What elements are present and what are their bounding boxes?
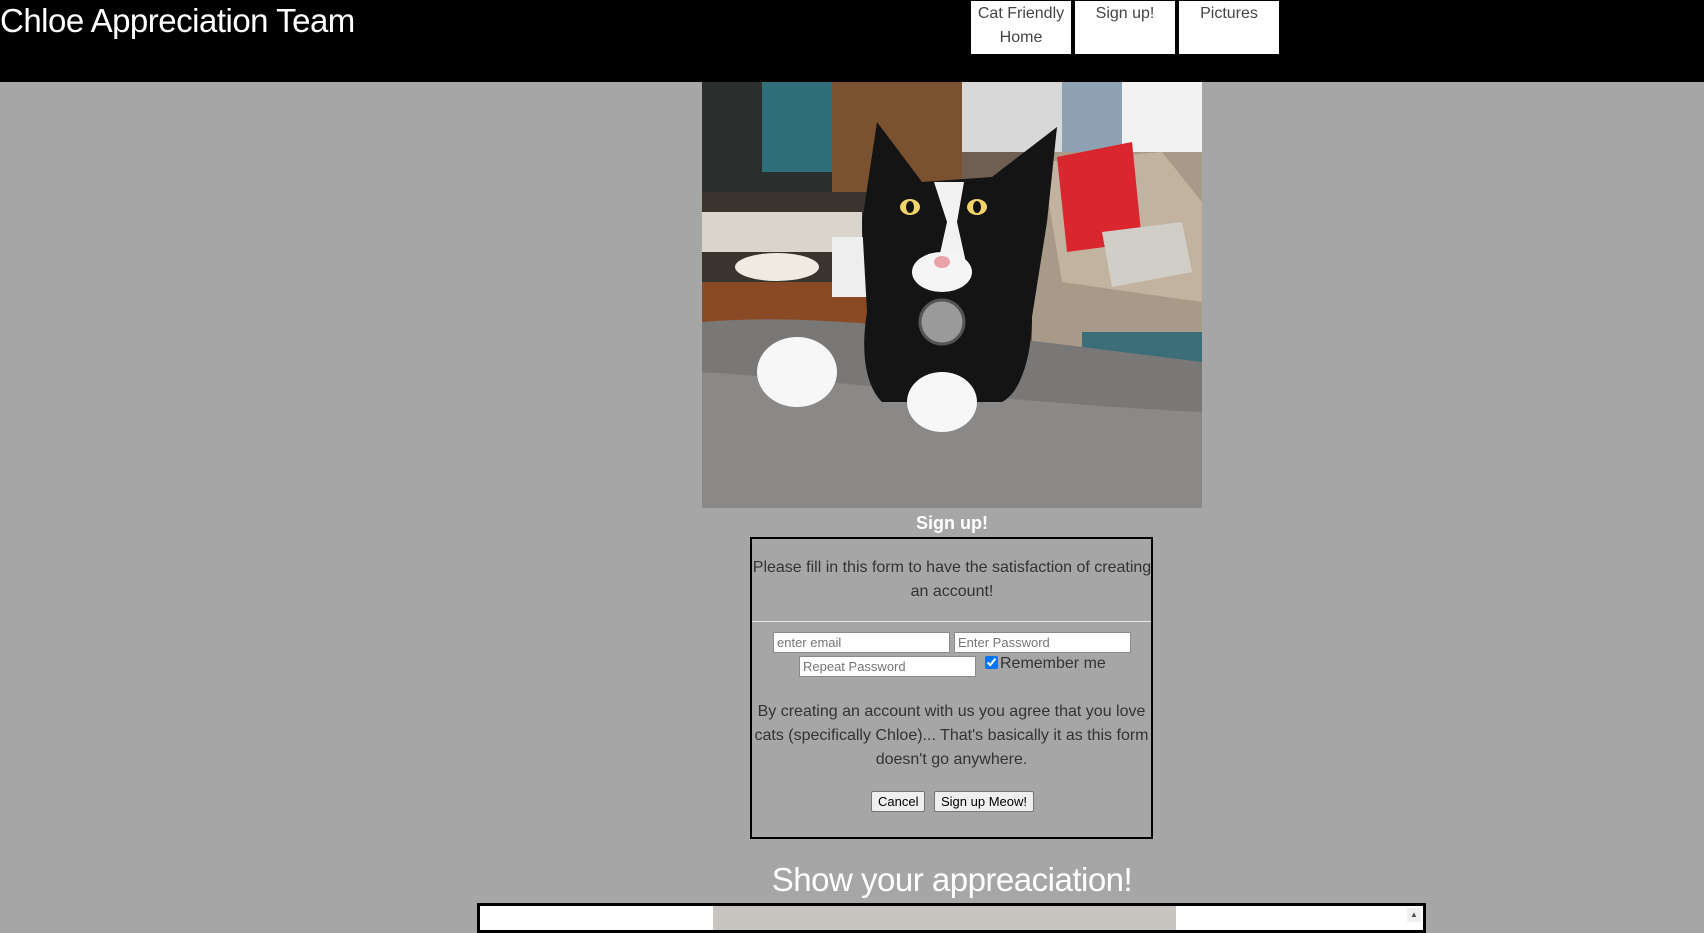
nav-pictures[interactable]: Pictures <box>1179 1 1279 54</box>
cancel-button[interactable]: Cancel <box>871 791 926 812</box>
signup-form: Please fill in this form to have the sat… <box>750 537 1153 839</box>
chloe-cat-photo <box>702 82 1202 508</box>
nav-sign-up[interactable]: Sign up! <box>1075 1 1175 54</box>
signup-heading: Sign up! <box>916 513 988 533</box>
site-header: Chloe Appreciation Team Cat Friendly Hom… <box>0 0 1704 82</box>
terms-text: By creating an account with us you agree… <box>754 703 1149 768</box>
remember-me-checkbox[interactable] <box>985 656 998 669</box>
remember-me-label: Remember me <box>1000 655 1106 672</box>
main-nav: Cat Friendly Home Sign up! Pictures <box>971 1 1283 54</box>
remember-me[interactable]: Remember me <box>985 654 1106 674</box>
form-divider <box>752 621 1151 622</box>
picture-gallery[interactable]: ▲ <box>477 903 1426 933</box>
appreciation-heading: Show your appreaciation! <box>771 861 1133 898</box>
email-field[interactable] <box>773 632 950 653</box>
password-field[interactable] <box>954 632 1131 653</box>
scroll-up-arrow-icon[interactable]: ▲ <box>1407 908 1421 922</box>
signup-button[interactable]: Sign up Meow! <box>934 791 1034 812</box>
form-intro: Please fill in this form to have the sat… <box>752 559 1152 600</box>
repeat-password-field[interactable] <box>799 656 976 677</box>
gallery-photo <box>713 906 1176 930</box>
site-title: Chloe Appreciation Team <box>0 2 355 39</box>
nav-cat-friendly-home[interactable]: Cat Friendly Home <box>971 1 1071 54</box>
